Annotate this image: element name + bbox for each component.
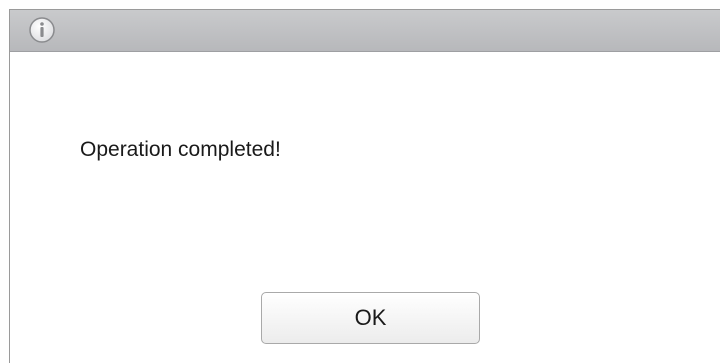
info-dialog: Operation completed! OK xyxy=(9,9,720,363)
info-icon xyxy=(28,16,56,44)
dialog-body: Operation completed! OK xyxy=(10,52,720,363)
ok-button[interactable]: OK xyxy=(261,292,480,344)
dialog-message: Operation completed! xyxy=(80,138,281,161)
dialog-titlebar[interactable] xyxy=(10,10,720,52)
